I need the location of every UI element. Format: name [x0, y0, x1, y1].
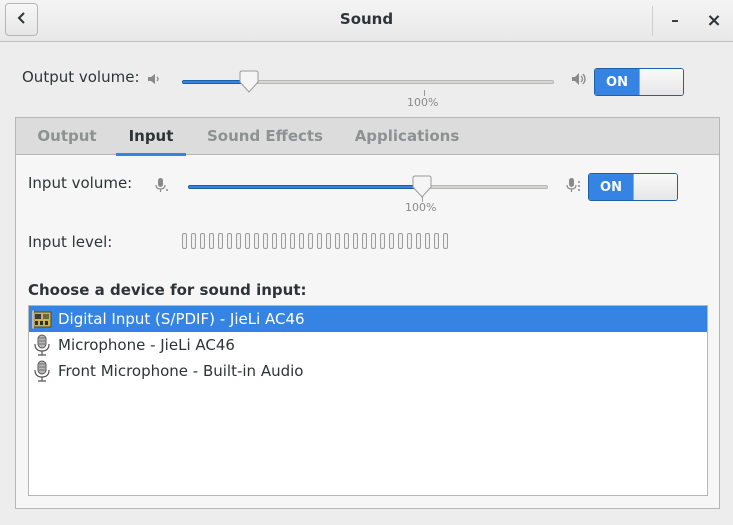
- input-level-segment: [335, 233, 340, 249]
- input-level-segment: [344, 233, 349, 249]
- device-row-digital-input[interactable]: Digital Input (S/PDIF) - JieLi AC46: [29, 306, 707, 332]
- input-level-segment: [245, 233, 250, 249]
- minimize-button[interactable]: –: [663, 8, 687, 32]
- output-switch-knob: [639, 69, 683, 95]
- input-level-segment: [434, 233, 439, 249]
- input-level-segment: [398, 233, 403, 249]
- input-level-segment: [425, 233, 430, 249]
- close-button[interactable]: ×: [702, 8, 726, 32]
- input-level-segment: [443, 233, 448, 249]
- input-level-label: Input level:: [28, 233, 113, 251]
- input-volume-fill: [188, 185, 422, 189]
- input-level-segment: [389, 233, 394, 249]
- input-level-segment: [209, 233, 214, 249]
- input-level-segment: [407, 233, 412, 249]
- input-level-segment: [317, 233, 322, 249]
- output-mute-switch[interactable]: ON: [594, 68, 684, 96]
- input-level-meter: [182, 233, 448, 249]
- input-level-segment: [416, 233, 421, 249]
- input-switch-knob: [633, 174, 677, 200]
- input-device-list: Digital Input (S/PDIF) - JieLi AC46 Micr…: [28, 305, 708, 496]
- input-level-segment: [236, 233, 241, 249]
- tab-output[interactable]: Output: [36, 118, 98, 155]
- input-level-segment: [308, 233, 313, 249]
- microphone-high-icon: [565, 176, 583, 194]
- device-row-front-microphone[interactable]: Front Microphone - Built-in Audio: [29, 358, 707, 384]
- input-level-segment: [218, 233, 223, 249]
- tab-input[interactable]: Input: [116, 118, 186, 156]
- input-level-segment: [227, 233, 232, 249]
- output-volume-slider-handle[interactable]: [238, 70, 260, 94]
- input-mute-switch[interactable]: ON: [588, 173, 678, 201]
- input-level-segment: [353, 233, 358, 249]
- device-label: Digital Input (S/PDIF) - JieLi AC46: [58, 310, 305, 328]
- device-row-microphone[interactable]: Microphone - JieLi AC46: [29, 332, 707, 358]
- header-separator: [652, 6, 653, 36]
- audio-card-icon: [31, 308, 53, 330]
- input-level-segment: [362, 233, 367, 249]
- output-switch-on-label: ON: [595, 69, 639, 95]
- input-level-segment: [299, 233, 304, 249]
- input-level-segment: [290, 233, 295, 249]
- close-icon: ×: [706, 9, 722, 31]
- input-level-segment: [182, 233, 187, 249]
- volume-low-icon: [146, 71, 164, 87]
- input-level-segment: [272, 233, 277, 249]
- microphone-low-icon: [154, 177, 170, 193]
- input-level-segment: [326, 233, 331, 249]
- minimize-icon: –: [671, 11, 679, 29]
- output-volume-tick-label: 100%: [407, 96, 439, 109]
- device-label: Front Microphone - Built-in Audio: [58, 362, 304, 380]
- device-section-label: Choose a device for sound input:: [28, 281, 307, 299]
- input-level-segment: [254, 233, 259, 249]
- input-level-segment: [380, 233, 385, 249]
- window-title: Sound: [339, 10, 394, 28]
- microphone-icon: [31, 334, 53, 356]
- output-volume-label: Output volume:: [22, 68, 140, 86]
- input-switch-on-label: ON: [589, 174, 633, 200]
- tab-bar: Output Input Sound Effects Applications: [16, 118, 719, 156]
- volume-high-icon: [570, 70, 590, 88]
- device-label: Microphone - JieLi AC46: [58, 336, 235, 354]
- input-level-segment: [191, 233, 196, 249]
- input-volume-tick-label: 100%: [405, 201, 437, 214]
- input-level-segment: [200, 233, 205, 249]
- input-level-segment: [281, 233, 286, 249]
- header-bar: Sound – ×: [0, 0, 733, 42]
- input-level-segment: [371, 233, 376, 249]
- tab-applications[interactable]: Applications: [354, 118, 460, 155]
- input-level-segment: [263, 233, 268, 249]
- tab-sound-effects[interactable]: Sound Effects: [206, 118, 324, 155]
- input-volume-label: Input volume:: [28, 174, 133, 192]
- microphone-icon: [31, 360, 53, 382]
